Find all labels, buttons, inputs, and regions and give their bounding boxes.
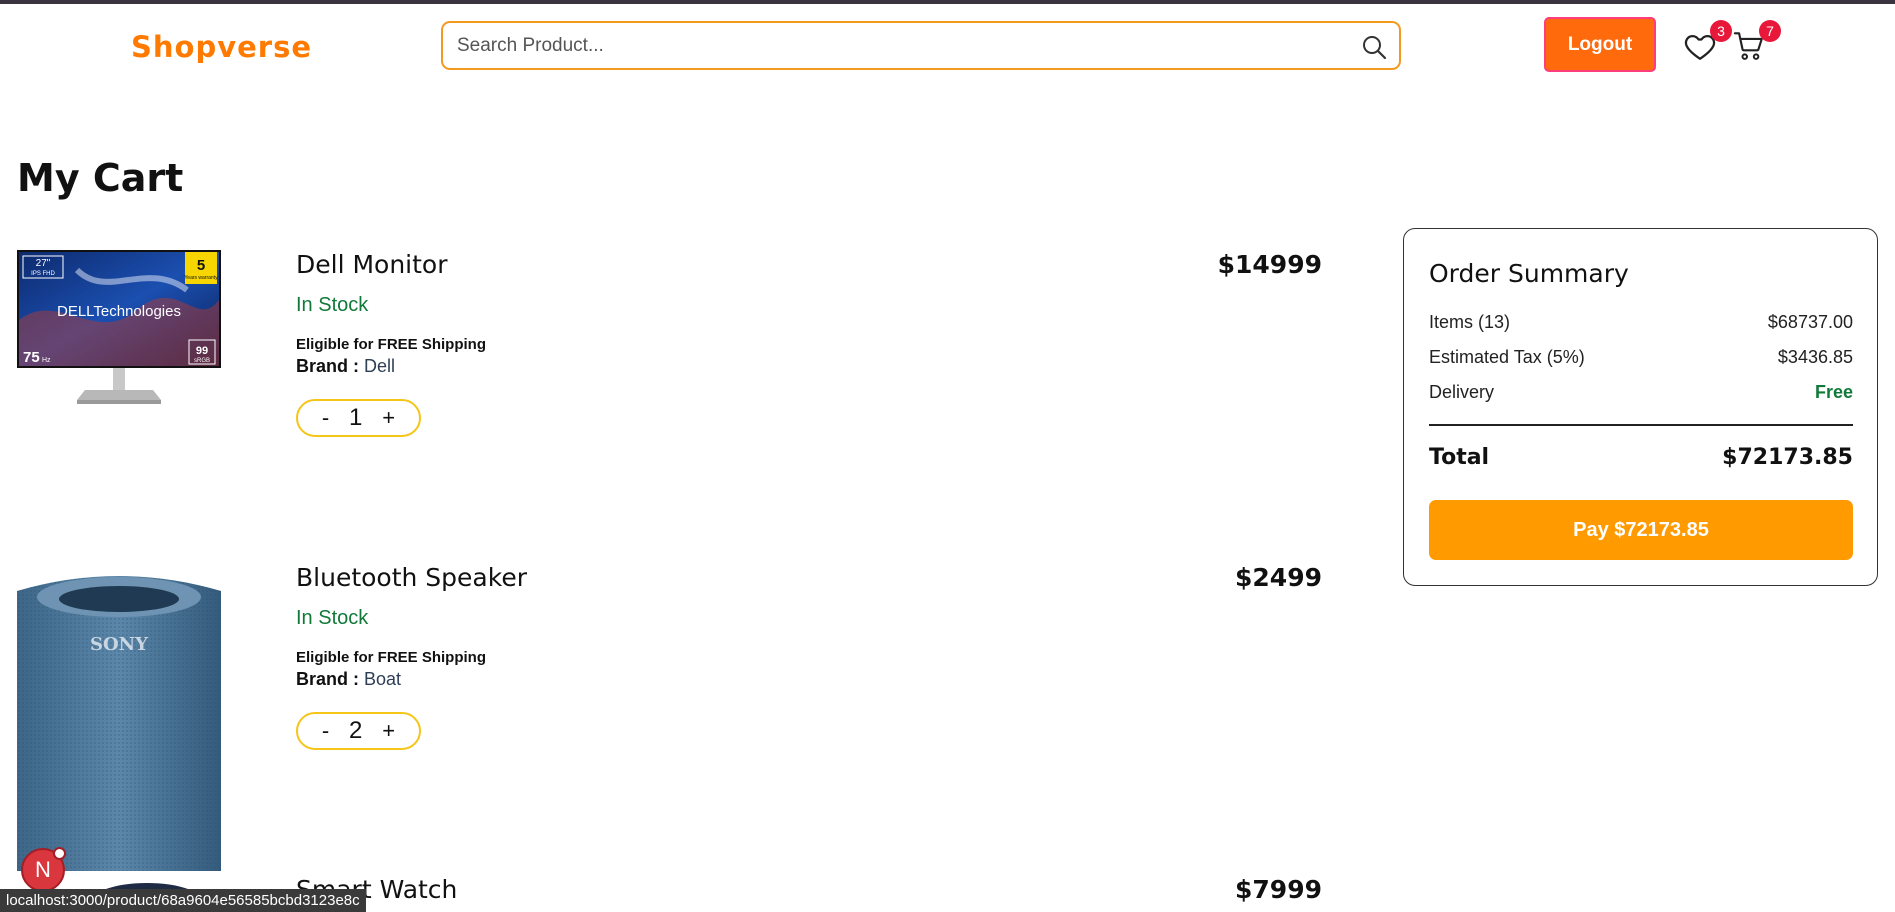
logout-button[interactable]: Logout	[1544, 17, 1656, 72]
stock-status: In Stock	[296, 607, 369, 629]
cart-item: 27" IPS FHD 5 Years warranty DELLTechnol…	[0, 250, 1340, 550]
brand-label: Brand :	[296, 669, 359, 689]
cart-count-badge: 7	[1759, 20, 1781, 42]
search-input[interactable]	[457, 23, 1337, 68]
delivery-value: Free	[1814, 382, 1853, 402]
monitor-srgb-value: 99	[196, 345, 208, 357]
speaker-brand-label: SONY	[90, 634, 149, 655]
avatar-letter: N	[35, 857, 51, 882]
wishlist-count-badge: 3	[1710, 20, 1732, 42]
item-price: $2499	[1235, 563, 1322, 592]
monitor-refresh-value: 75	[23, 349, 40, 366]
decrease-quantity-button[interactable]: -	[322, 405, 329, 431]
wishlist-button[interactable]: 3	[1683, 20, 1732, 69]
summary-tax-row: Estimated Tax (5%) $3436.85	[1429, 347, 1853, 371]
monitor-srgb-label: sRGB	[194, 358, 210, 364]
item-price: $7999	[1235, 875, 1322, 904]
decrease-quantity-button[interactable]: -	[322, 718, 329, 744]
brand-logo[interactable]: Shopverse	[131, 30, 312, 64]
brand-line: Brand : Dell	[296, 356, 395, 377]
tax-label: Estimated Tax (5%)	[1429, 347, 1585, 367]
summary-title: Order Summary	[1429, 259, 1629, 288]
dell-monitor-picture: 27" IPS FHD 5 Years warranty DELLTechnol…	[17, 250, 221, 404]
summary-total-row: Total $72173.85	[1429, 445, 1853, 470]
items-label: Items (13)	[1429, 312, 1511, 332]
pay-button[interactable]: Pay $72173.85	[1429, 500, 1853, 560]
cart-item: SONY Bluetooth Speaker In Stock Eligible…	[0, 563, 1340, 871]
items-value: $68737.00	[1767, 312, 1853, 332]
dell-monitor-image[interactable]: 27" IPS FHD 5 Years warranty DELLTechnol…	[17, 250, 221, 498]
item-name[interactable]: Bluetooth Speaker	[296, 563, 527, 592]
brand-line: Brand : Boat	[296, 669, 401, 690]
floating-avatar-button[interactable]: N	[21, 847, 66, 892]
sony-speaker-image[interactable]: SONY	[17, 561, 221, 871]
search-bar[interactable]	[441, 21, 1401, 70]
summary-items-row: Items (13) $68737.00	[1429, 312, 1853, 336]
shipping-note: Eligible for FREE Shipping	[296, 649, 486, 666]
notification-dot	[53, 847, 66, 860]
item-price: $14999	[1217, 250, 1322, 279]
increase-quantity-button[interactable]: +	[382, 718, 395, 744]
brand-label: Brand :	[296, 356, 359, 376]
quantity-stepper: - 2 +	[296, 712, 421, 750]
item-name[interactable]: Dell Monitor	[296, 250, 448, 279]
shipping-note: Eligible for FREE Shipping	[296, 336, 486, 353]
total-label: Total	[1429, 445, 1490, 470]
summary-divider	[1429, 424, 1853, 426]
quantity-value: 2	[349, 717, 363, 744]
delivery-label: Delivery	[1429, 382, 1495, 402]
total-value: $72173.85	[1722, 445, 1853, 470]
sony-speaker-picture: SONY	[17, 576, 221, 871]
monitor-brand-label: DELLTechnologies	[57, 303, 181, 320]
brand-value: Dell	[364, 356, 396, 376]
page-title: My Cart	[17, 156, 184, 200]
cart-button[interactable]: 7	[1732, 20, 1781, 69]
header: Shopverse Logout 3 7	[0, 4, 1895, 84]
monitor-warranty-text: Years warranty	[184, 275, 218, 281]
brand-value: Boat	[364, 669, 402, 689]
stock-status: In Stock	[296, 294, 369, 316]
quantity-value: 1	[349, 404, 363, 431]
order-summary: Order Summary Items (13) $68737.00 Estim…	[1403, 228, 1878, 586]
monitor-panel-label: IPS FHD	[31, 271, 55, 277]
tax-value: $3436.85	[1777, 347, 1853, 367]
search-icon[interactable]	[1361, 34, 1387, 60]
quantity-stepper: - 1 +	[296, 399, 421, 437]
monitor-refresh-unit: Hz	[42, 357, 51, 364]
summary-delivery-row: Delivery Free	[1429, 382, 1853, 406]
increase-quantity-button[interactable]: +	[382, 405, 395, 431]
status-bar-url: localhost:3000/product/68a9604e56585bcbd…	[0, 889, 366, 912]
monitor-size-label: 27"	[36, 258, 51, 269]
monitor-warranty-number: 5	[197, 257, 205, 274]
